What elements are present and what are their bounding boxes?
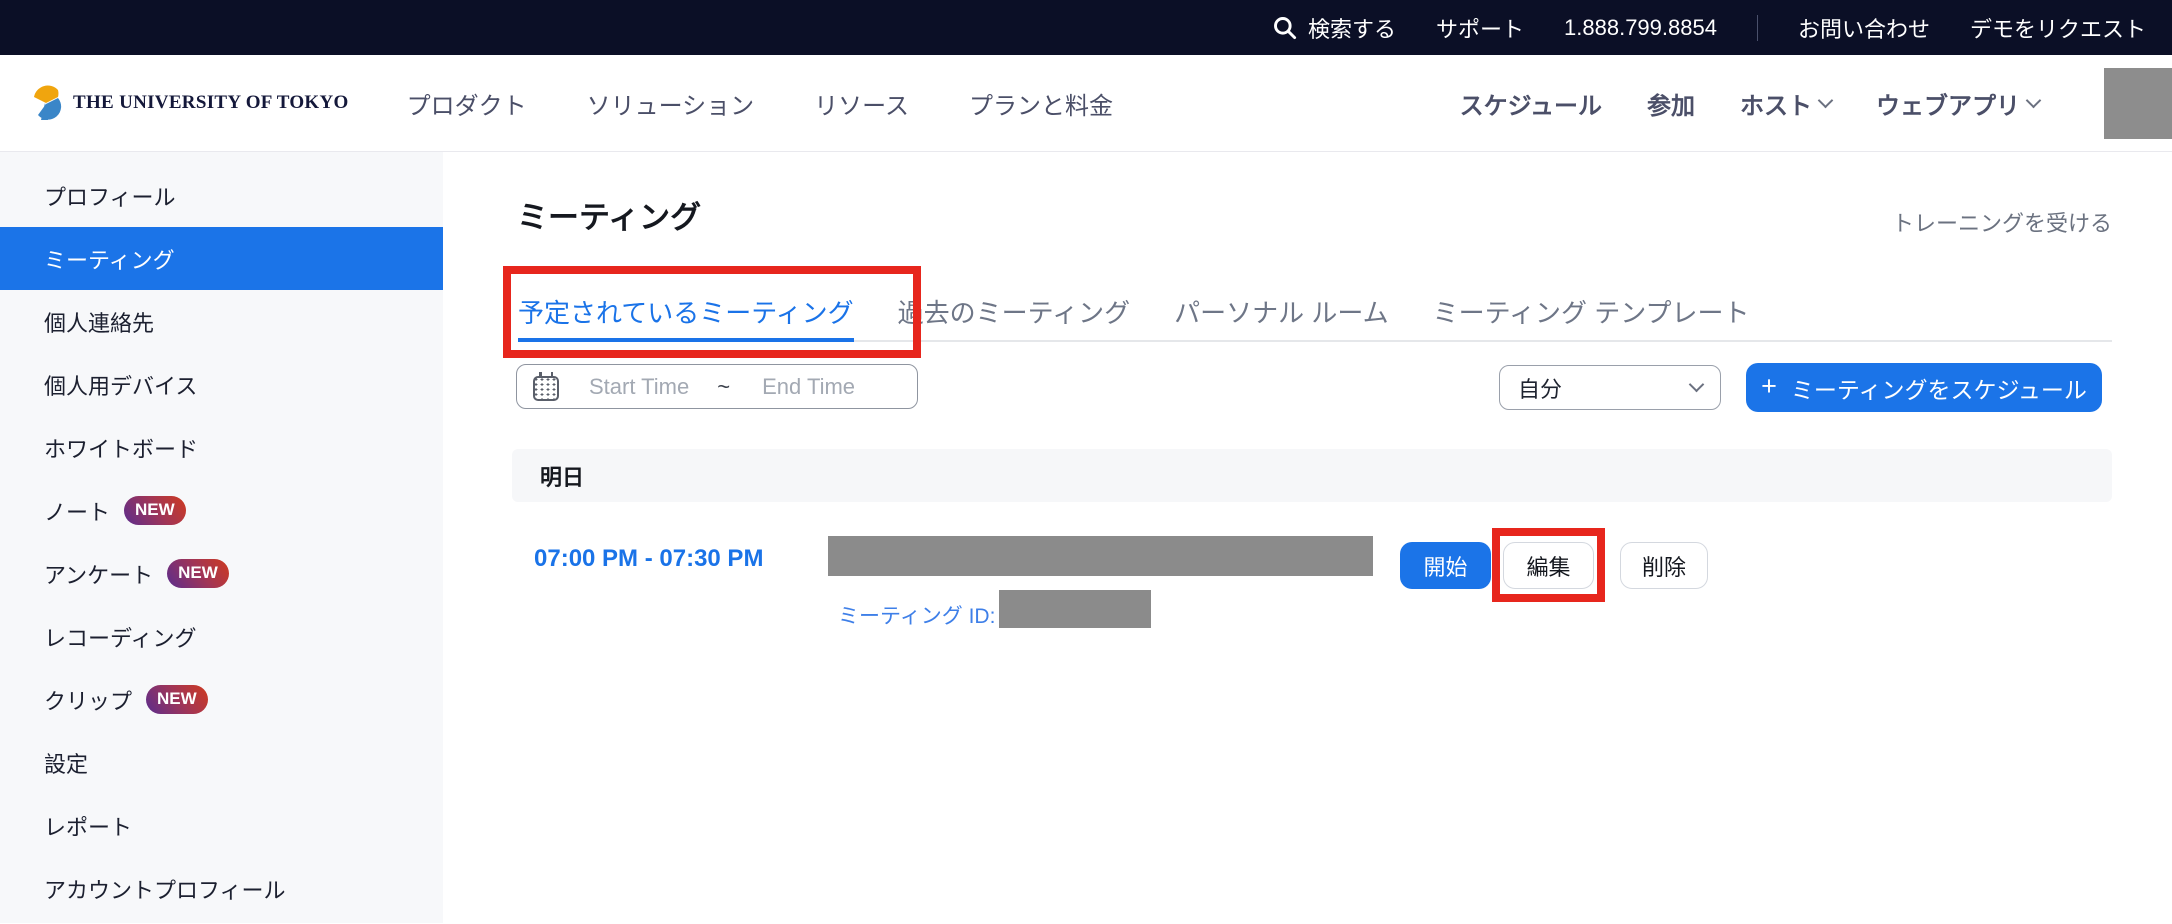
avatar[interactable] [2104,68,2172,139]
logo-text: THE UNIVERSITY OF TOKYO [73,92,349,114]
host-filter-value: 自分 [1518,372,1562,404]
sidebar-item-label: ホワイトボード [44,432,198,464]
nav-link-join[interactable]: 参加 [1647,86,1695,121]
search-link[interactable]: 検索する [1271,12,1396,44]
section-header-label: 明日 [540,460,584,492]
schedule-meeting-button[interactable]: + ミーティングをスケジュール [1746,363,2102,412]
sidebar: プロフィール ミーティング 個人連絡先 個人用デバイス ホワイトボード ノート … [0,152,443,923]
support-link[interactable]: サポート [1436,12,1524,44]
sidebar-item-label: ノート [44,495,110,527]
tab-upcoming-meetings[interactable]: 予定されているミーティング [518,282,854,340]
main-content: ミーティング トレーニングを受ける 予定されているミーティング 過去のミーティン… [443,152,2172,923]
end-time-placeholder[interactable]: End Time [762,374,855,400]
meeting-id-label: ミーティング ID: [838,600,995,630]
nav-link-schedule[interactable]: スケジュール [1460,86,1602,121]
meeting-row: 07:00 PM - 07:30 PM ミーティング ID: 開始 編集 削除 [512,522,2112,652]
nav-link-host-label: ホスト [1740,86,1812,121]
sidebar-item-account-profile[interactable]: アカウントプロフィール [0,857,443,920]
meeting-id-redacted [999,590,1151,628]
plus-icon: + [1761,371,1777,402]
meeting-time: 07:00 PM - 07:30 PM [534,545,763,573]
host-filter-select[interactable]: 自分 [1499,365,1721,410]
top-utility-bar: 検索する サポート 1.888.799.8854 お問い合わせ デモをリクエスト [0,0,2172,55]
chevron-down-icon [1818,92,1834,108]
edit-meeting-button[interactable]: 編集 [1503,542,1594,589]
search-label: 検索する [1308,12,1396,44]
contact-link[interactable]: お問い合わせ [1798,12,1930,44]
nav-link-resources[interactable]: リソース [814,86,909,121]
sidebar-item-meetings[interactable]: ミーティング [0,227,443,290]
tab-personal-room[interactable]: パーソナル ルーム [1174,282,1388,340]
sidebar-item-label: アカウントプロフィール [44,873,286,905]
sidebar-item-settings[interactable]: 設定 [0,731,443,794]
phone-number[interactable]: 1.888.799.8854 [1564,15,1717,41]
new-badge: NEW [146,685,208,714]
sidebar-item-label: ミーティング [44,243,175,275]
sidebar-item-whiteboard[interactable]: ホワイトボード [0,416,443,479]
tab-previous-meetings[interactable]: 過去のミーティング [898,282,1130,340]
sidebar-item-surveys[interactable]: アンケート NEW [0,542,443,605]
sidebar-item-label: 個人用デバイス [44,369,197,401]
delete-meeting-button[interactable]: 削除 [1620,542,1708,589]
search-icon [1271,14,1298,41]
nav-links: プロダクト ソリューション リソース プランと料金 [407,86,1113,121]
schedule-meeting-label: ミーティングをスケジュール [1791,371,2087,405]
request-demo-link[interactable]: デモをリクエスト [1970,12,2146,44]
sidebar-item-clips[interactable]: クリップ NEW [0,668,443,731]
sidebar-item-label: 設定 [44,747,88,779]
sidebar-item-devices[interactable]: 個人用デバイス [0,353,443,416]
calendar-icon [533,376,559,401]
sidebar-item-notes[interactable]: ノート NEW [0,479,443,542]
nav-link-webapp[interactable]: ウェブアプリ [1876,86,2039,121]
university-logo[interactable]: THE UNIVERSITY OF TOKYO [28,84,349,122]
meetings-tab-bar: 予定されているミーティング 過去のミーティング パーソナル ルーム ミーティング… [518,282,2112,342]
sidebar-item-label: クリップ [44,684,132,716]
sidebar-item-contacts[interactable]: 個人連絡先 [0,290,443,353]
nav-link-host[interactable]: ホスト [1740,86,1831,121]
sidebar-item-label: レコーディング [44,621,196,653]
new-badge: NEW [124,496,186,525]
start-meeting-button[interactable]: 開始 [1400,542,1491,589]
sidebar-item-label: 個人連絡先 [44,306,154,338]
chevron-down-icon [1689,377,1705,393]
sidebar-item-recordings[interactable]: レコーディング [0,605,443,668]
nav-link-products[interactable]: プロダクト [407,86,527,121]
sidebar-item-label: レポート [44,810,132,842]
sidebar-item-label: プロフィール [44,180,176,212]
date-section-header: 明日 [512,449,2112,502]
meeting-title-redacted[interactable] [828,536,1373,576]
topbar-divider [1757,15,1758,41]
university-logo-icon [28,84,64,122]
sidebar-item-reports[interactable]: レポート [0,794,443,857]
chevron-down-icon [2026,92,2042,108]
sidebar-item-label: アンケート [44,558,153,590]
sidebar-item-profile[interactable]: プロフィール [0,164,443,227]
nav-right-group: スケジュール 参加 ホスト ウェブアプリ [1460,68,2172,139]
page-title: ミーティング [517,192,701,237]
tab-meeting-templates[interactable]: ミーティング テンプレート [1433,282,1750,340]
new-badge: NEW [167,559,229,588]
nav-link-solutions[interactable]: ソリューション [587,86,755,121]
date-range-picker[interactable]: Start Time ~ End Time [516,364,918,409]
nav-link-webapp-label: ウェブアプリ [1876,86,2020,121]
nav-link-plans[interactable]: プランと料金 [969,86,1113,121]
training-link[interactable]: トレーニングを受ける [1892,206,2112,238]
start-time-placeholder[interactable]: Start Time [589,374,689,400]
main-nav-bar: THE UNIVERSITY OF TOKYO プロダクト ソリューション リソ… [0,55,2172,152]
date-range-separator: ~ [717,374,730,400]
